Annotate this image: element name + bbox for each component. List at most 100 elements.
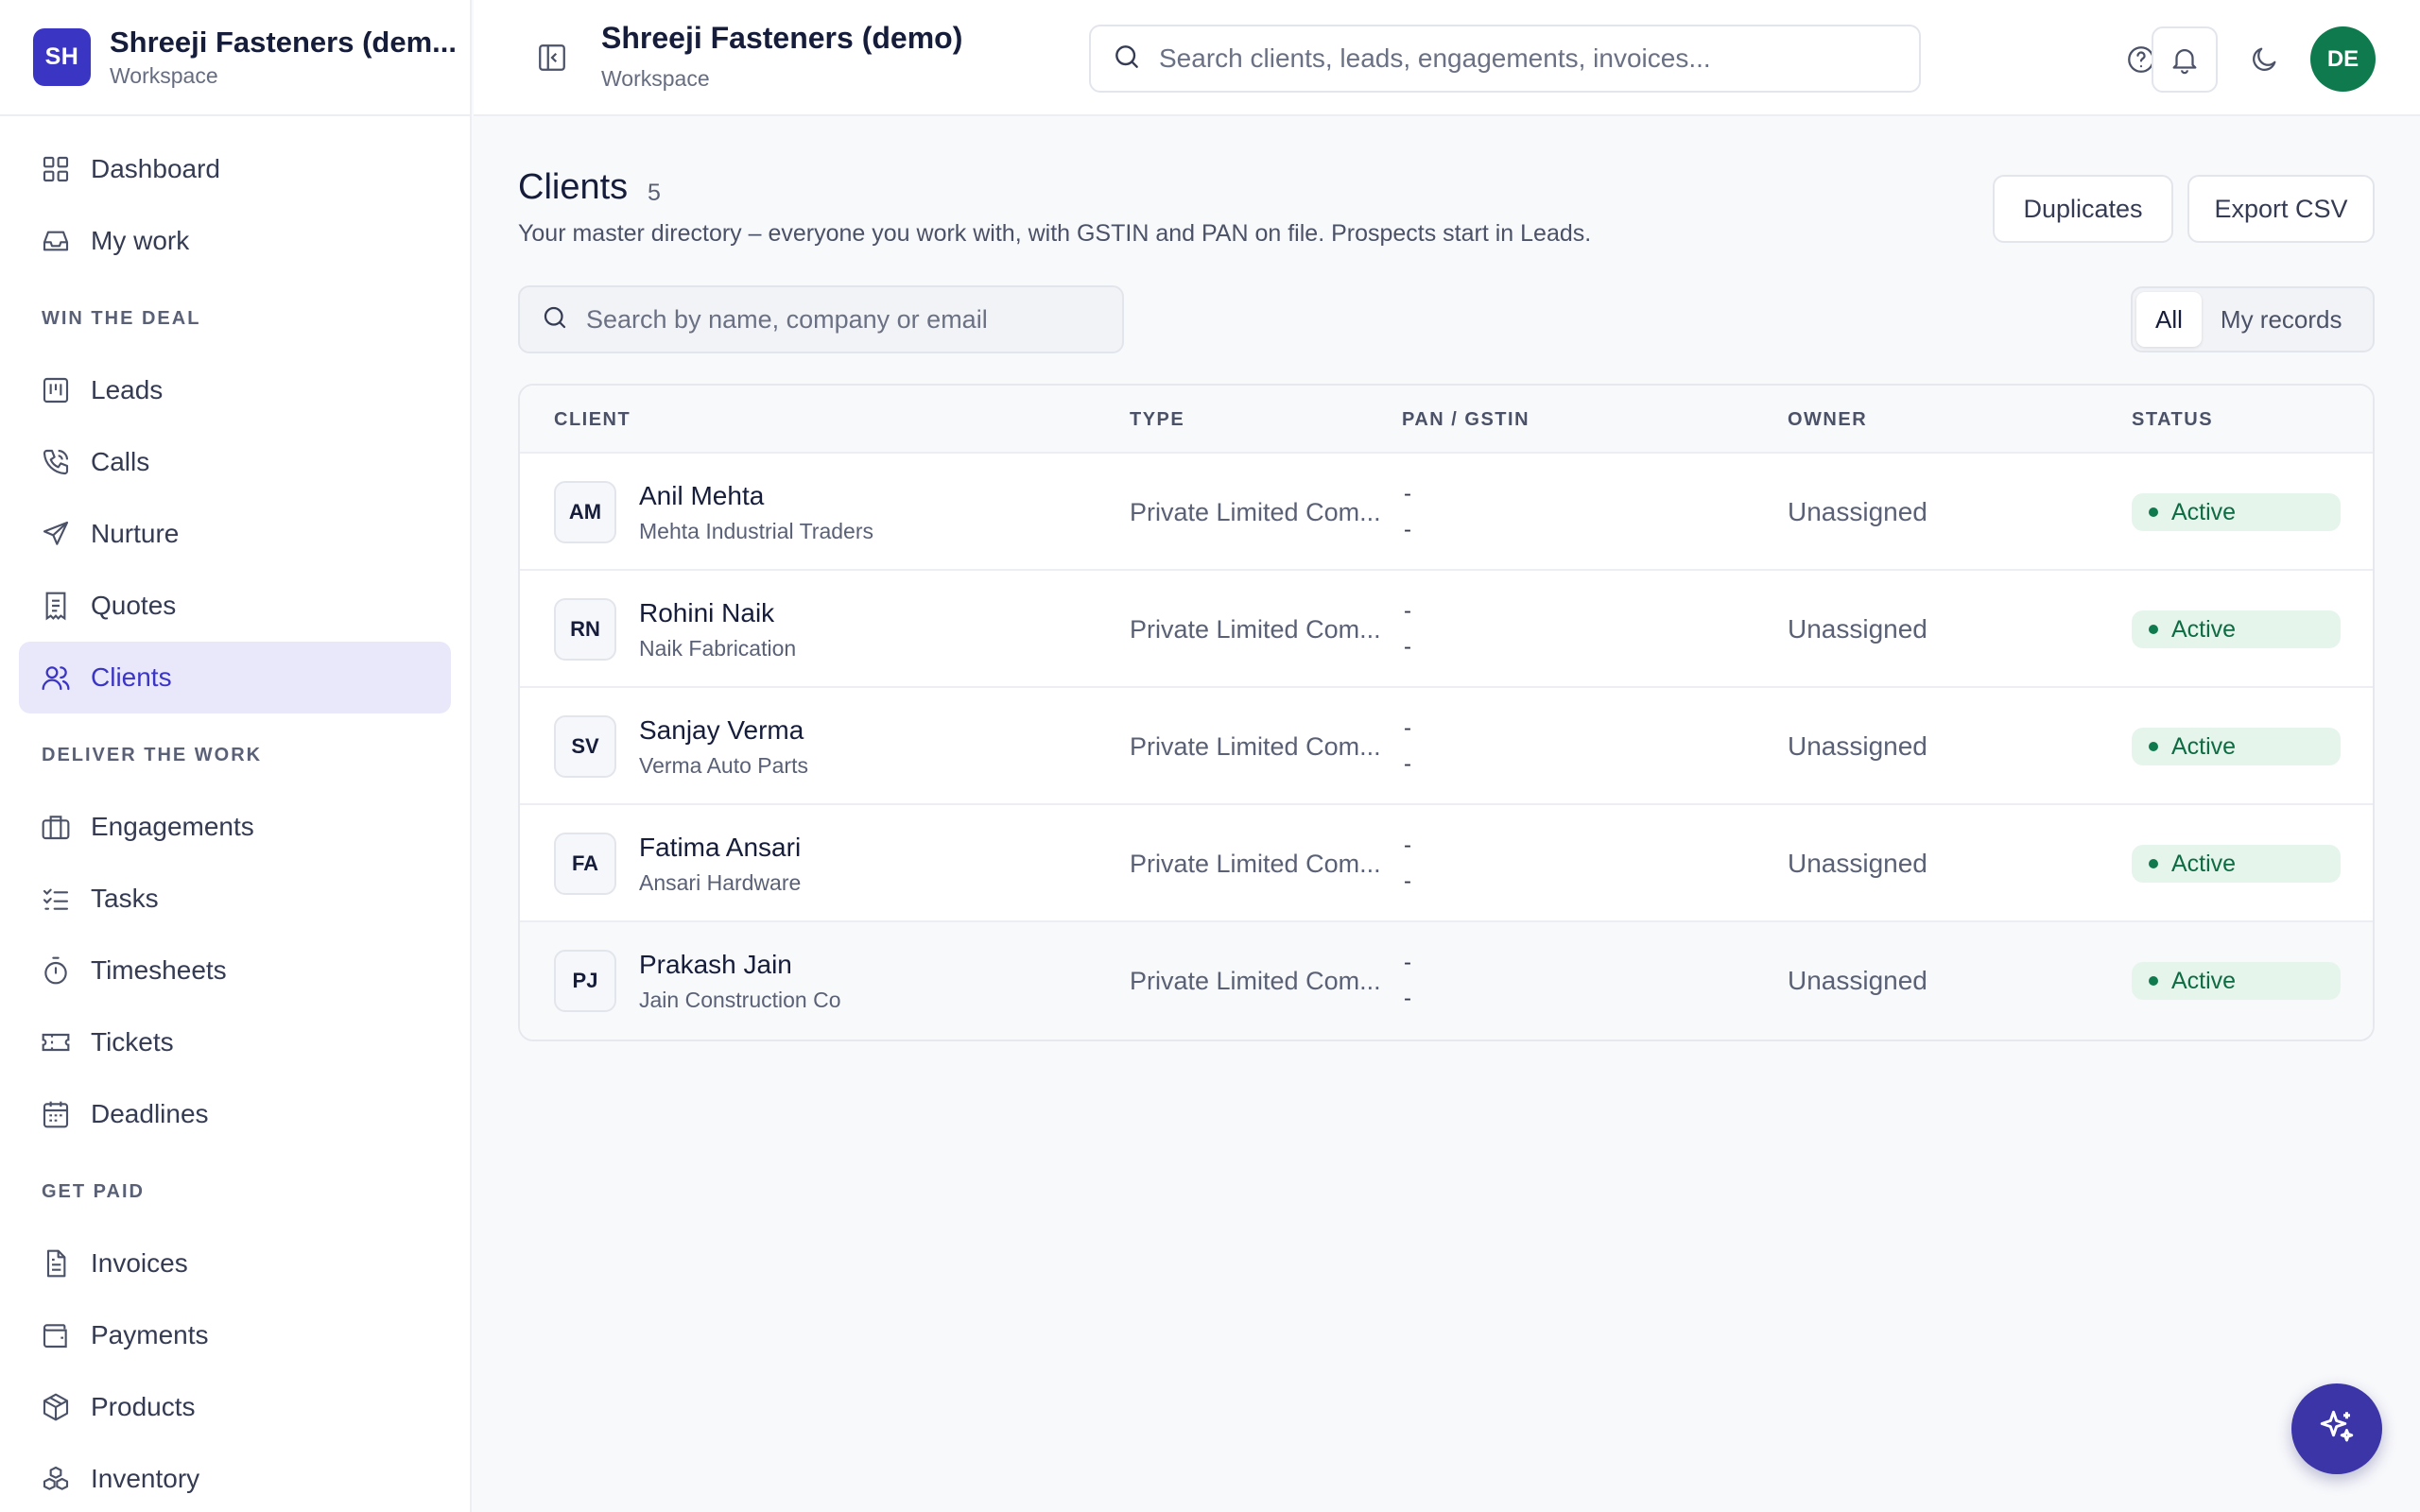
client-initials: SV — [554, 715, 616, 778]
workspace-logo: SH — [33, 28, 91, 86]
status-badge: Active — [2132, 845, 2341, 883]
sidebar-item-label: Leads — [91, 375, 164, 404]
client-company: Jain Construction Co — [639, 987, 841, 1012]
client-name[interactable]: Anil Mehta — [639, 481, 873, 511]
sidebar-item-products[interactable]: Products — [19, 1371, 451, 1443]
client-search — [518, 285, 1124, 353]
client-owner: Unassigned — [1788, 497, 1927, 526]
ai-assistant-button[interactable] — [2291, 1383, 2382, 1474]
export-csv-button[interactable]: Export CSV — [2187, 175, 2375, 243]
client-initials: PJ — [554, 950, 616, 1012]
sidebar-item-timesheets[interactable]: Timesheets — [19, 935, 451, 1006]
client-search-input[interactable] — [586, 304, 1115, 335]
global-search-input[interactable] — [1159, 43, 1896, 74]
sidebar-item-clients[interactable]: Clients — [19, 642, 451, 713]
client-name[interactable]: Sanjay Verma — [639, 715, 808, 746]
phone-icon — [40, 446, 72, 478]
users-icon — [40, 662, 72, 694]
table-row[interactable]: RN Rohini Naik Naik Fabrication Private … — [520, 571, 2373, 688]
filter-all[interactable]: All — [2136, 292, 2202, 347]
client-gstin: - — [1404, 634, 1411, 660]
client-owner: Unassigned — [1788, 966, 1927, 995]
client-initials: FA — [554, 833, 616, 895]
sidebar-item-tickets[interactable]: Tickets — [19, 1006, 451, 1078]
sidebar-item-label: Tickets — [91, 1027, 174, 1057]
sidebar-item-deadlines[interactable]: Deadlines — [19, 1078, 451, 1150]
status-dot-icon — [2149, 625, 2158, 634]
status-badge: Active — [2132, 962, 2341, 1000]
status-dot-icon — [2149, 507, 2158, 517]
client-pan: - — [1404, 950, 1411, 975]
sidebar-item-my-work[interactable]: My work — [19, 205, 451, 277]
sidebar-item-calls[interactable]: Calls — [19, 426, 451, 498]
sidebar-item-quotes[interactable]: Quotes — [19, 570, 451, 642]
client-pan: - — [1404, 481, 1411, 507]
column-header-status[interactable]: STATUS — [2132, 386, 2213, 454]
client-initials: RN — [554, 598, 616, 661]
main-content: Clients 5 Your master directory – everyo… — [474, 118, 2420, 1512]
column-header-owner[interactable]: OWNER — [1788, 386, 1867, 454]
record-count: 5 — [648, 180, 661, 206]
sidebar-item-payments[interactable]: Payments — [19, 1299, 451, 1371]
page-header-title: Shreeji Fasteners (demo) — [601, 21, 963, 55]
sidebar-toggle-icon[interactable] — [536, 42, 568, 74]
column-header-type[interactable]: TYPE — [1130, 386, 1184, 454]
workspace-name: Shreeji Fasteners (dem... — [110, 26, 457, 59]
status-dot-icon — [2149, 859, 2158, 868]
sidebar-item-label: Inventory — [91, 1464, 200, 1493]
sidebar-item-invoices[interactable]: Invoices — [19, 1228, 451, 1299]
status-label: Active — [2171, 498, 2237, 525]
top-bar: Shreeji Fasteners (demo) Workspace DE — [474, 0, 2420, 116]
sidebar: SH Shreeji Fasteners (dem... Workspace D… — [0, 0, 472, 1512]
sidebar-item-inventory[interactable]: Inventory — [19, 1443, 451, 1512]
client-company: Ansari Hardware — [639, 869, 802, 895]
duplicates-button[interactable]: Duplicates — [1993, 175, 2173, 243]
table-row[interactable]: FA Fatima Ansari Ansari Hardware Private… — [520, 805, 2373, 922]
box-icon — [40, 1391, 72, 1423]
client-name[interactable]: Prakash Jain — [639, 950, 841, 980]
sidebar-item-label: Engagements — [91, 812, 254, 841]
client-owner: Unassigned — [1788, 614, 1927, 644]
status-badge: Active — [2132, 610, 2341, 648]
column-header-pan[interactable]: PAN / GSTIN — [1402, 386, 1530, 454]
sidebar-item-dashboard[interactable]: Dashboard — [19, 133, 451, 205]
sidebar-item-engagements[interactable]: Engagements — [19, 791, 451, 863]
client-name[interactable]: Rohini Naik — [639, 598, 796, 628]
bell-icon[interactable] — [2152, 26, 2218, 93]
table-row[interactable]: PJ Prakash Jain Jain Construction Co Pri… — [520, 922, 2373, 1040]
client-gstin: - — [1404, 986, 1411, 1011]
client-name[interactable]: Fatima Ansari — [639, 833, 801, 863]
sidebar-nav: Dashboard My work WIN THE DEAL Leads Cal… — [0, 116, 470, 1512]
sidebar-item-label: Payments — [91, 1320, 209, 1349]
filter-my-records[interactable]: My records — [2202, 292, 2361, 347]
sidebar-item-nurture[interactable]: Nurture — [19, 498, 451, 570]
page-description: Your master directory – everyone you wor… — [518, 220, 1592, 247]
status-label: Active — [2171, 615, 2237, 643]
moon-icon[interactable] — [2231, 26, 2297, 93]
column-header-client[interactable]: CLIENT — [554, 386, 631, 454]
sidebar-item-leads[interactable]: Leads — [19, 354, 451, 426]
page-title: Clients — [518, 167, 629, 207]
sidebar-item-label: My work — [91, 226, 190, 255]
sidebar-item-label: Dashboard — [91, 154, 220, 183]
sidebar-item-tasks[interactable]: Tasks — [19, 863, 451, 935]
sidebar-item-label: Calls — [91, 447, 150, 476]
user-avatar[interactable]: DE — [2310, 26, 2376, 92]
table-row[interactable]: AM Anil Mehta Mehta Industrial Traders P… — [520, 454, 2373, 571]
client-initials: AM — [554, 481, 616, 543]
workspace-switcher[interactable]: SH Shreeji Fasteners (dem... Workspace — [0, 0, 470, 116]
status-dot-icon — [2149, 976, 2158, 986]
nav-section-title: DELIVER THE WORK — [42, 744, 263, 765]
sidebar-item-label: Clients — [91, 662, 172, 692]
workspace-subtitle: Workspace — [110, 63, 218, 88]
nav-section-title: GET PAID — [42, 1180, 145, 1202]
table-header: CLIENT TYPE PAN / GSTIN OWNER STATUS — [520, 386, 2373, 454]
table-row[interactable]: SV Sanjay Verma Verma Auto Parts Private… — [520, 688, 2373, 805]
file-icon — [40, 1247, 72, 1280]
status-label: Active — [2171, 967, 2237, 994]
sidebar-item-label: Tasks — [91, 884, 159, 913]
client-pan: - — [1404, 833, 1411, 858]
sidebar-item-label: Deadlines — [91, 1099, 209, 1128]
global-search — [1089, 25, 1921, 93]
client-company: Verma Auto Parts — [639, 752, 808, 778]
